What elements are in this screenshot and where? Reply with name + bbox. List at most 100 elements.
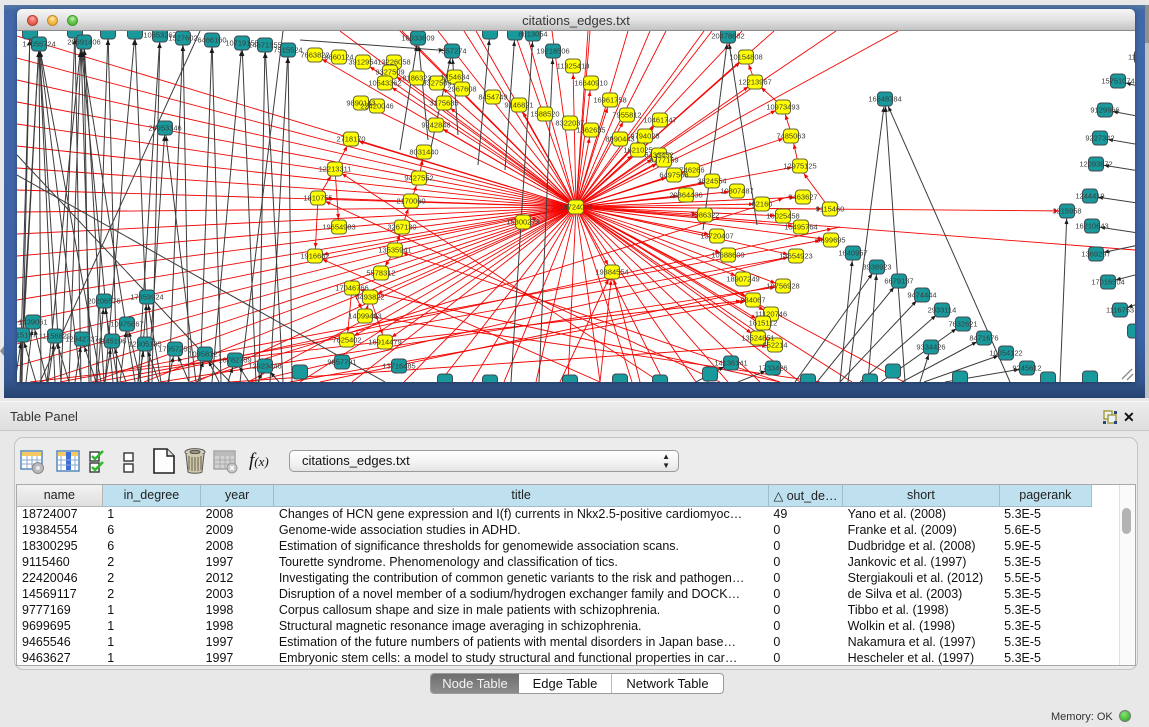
svg-text:6679137: 6679137 bbox=[884, 277, 913, 286]
svg-text:2967608: 2967608 bbox=[447, 85, 476, 94]
svg-text:10688609: 10688609 bbox=[711, 251, 744, 260]
svg-text:3175685: 3175685 bbox=[429, 99, 458, 108]
svg-text:16961758: 16961758 bbox=[593, 96, 626, 105]
svg-text:12213311: 12213311 bbox=[319, 165, 352, 174]
svg-text:12942737: 12942737 bbox=[65, 335, 98, 344]
svg-text:12213967: 12213967 bbox=[738, 78, 771, 87]
svg-text:7632621: 7632621 bbox=[948, 320, 977, 329]
svg-text:9699695: 9699695 bbox=[816, 236, 845, 245]
svg-text:1733426: 1733426 bbox=[758, 364, 787, 373]
svg-text:1244419: 1244419 bbox=[1075, 192, 1104, 201]
svg-text:3493822: 3493822 bbox=[355, 293, 384, 302]
svg-text:9794028: 9794028 bbox=[630, 132, 659, 141]
svg-text:5578312: 5578312 bbox=[366, 269, 395, 278]
svg-text:934067: 934067 bbox=[740, 296, 765, 305]
svg-text:1112478: 1112478 bbox=[1128, 53, 1135, 62]
svg-text:9427552: 9427552 bbox=[404, 174, 433, 183]
svg-text:9146821: 9146821 bbox=[504, 101, 533, 110]
svg-text:14136141: 14136141 bbox=[714, 359, 747, 368]
svg-text:10461747: 10461747 bbox=[643, 116, 676, 125]
svg-text:12093872: 12093872 bbox=[1079, 160, 1112, 169]
svg-text:19218506: 19218506 bbox=[536, 47, 569, 56]
svg-text:10543362: 10543362 bbox=[368, 79, 401, 88]
svg-text:1640957: 1640957 bbox=[838, 249, 867, 258]
svg-text:15495764: 15495764 bbox=[784, 223, 817, 232]
svg-text:14099483: 14099483 bbox=[348, 312, 381, 321]
svg-text:13226058: 13226058 bbox=[377, 58, 410, 67]
svg-text:19384554: 19384554 bbox=[595, 268, 628, 277]
svg-text:19654983: 19654983 bbox=[322, 223, 355, 232]
svg-text:9129966: 9129966 bbox=[1090, 106, 1119, 115]
svg-text:10154808: 10154808 bbox=[729, 53, 762, 62]
svg-text:8813054: 8813054 bbox=[518, 31, 547, 39]
svg-text:17046766: 17046766 bbox=[335, 284, 368, 293]
svg-text:19756928: 19756928 bbox=[766, 282, 799, 291]
svg-text:9227342: 9227342 bbox=[1085, 134, 1114, 143]
svg-text:12975125: 12975125 bbox=[783, 162, 816, 171]
svg-text:18724007: 18724007 bbox=[559, 203, 592, 212]
svg-text:10025458: 10025458 bbox=[766, 212, 799, 221]
svg-text:18907249: 18907249 bbox=[726, 275, 759, 284]
svg-text:62160: 62160 bbox=[752, 200, 773, 209]
svg-text:7357274: 7357274 bbox=[437, 47, 466, 56]
svg-text:8031440: 8031440 bbox=[409, 148, 438, 157]
svg-text:16782759: 16782759 bbox=[218, 356, 251, 365]
svg-text:11120746: 11120746 bbox=[755, 310, 787, 319]
svg-text:9857791: 9857791 bbox=[327, 358, 356, 367]
svg-text:6466160: 6466160 bbox=[197, 36, 226, 45]
svg-text:9474444: 9474444 bbox=[907, 291, 936, 300]
svg-text:1916682: 1916682 bbox=[300, 252, 329, 261]
svg-text:10973493: 10973493 bbox=[766, 103, 799, 112]
svg-text:15751074: 15751074 bbox=[1101, 77, 1134, 86]
svg-text:13654923: 13654923 bbox=[779, 252, 812, 261]
svg-text:3912954: 3912954 bbox=[348, 58, 377, 67]
svg-text:2933114: 2933114 bbox=[928, 306, 957, 315]
svg-text:20206576: 20206576 bbox=[87, 297, 120, 306]
svg-text:9327509: 9327509 bbox=[375, 68, 404, 77]
svg-text:9242848: 9242848 bbox=[421, 121, 450, 130]
svg-text:16210643: 16210643 bbox=[1075, 222, 1108, 231]
svg-text:1362635: 1362635 bbox=[576, 126, 605, 135]
svg-text:7986322: 7986322 bbox=[690, 211, 719, 220]
svg-text:16033809: 16033809 bbox=[401, 34, 434, 43]
svg-text:2170060: 2170060 bbox=[396, 197, 425, 206]
svg-text:11325419: 11325419 bbox=[557, 62, 590, 71]
svg-text:7515524: 7515524 bbox=[273, 46, 302, 55]
svg-text:16640910: 16640910 bbox=[574, 79, 607, 88]
svg-text:1527602: 1527602 bbox=[168, 34, 197, 43]
svg-text:7485063: 7485063 bbox=[776, 132, 805, 141]
svg-text:1116753: 1116753 bbox=[1106, 306, 1134, 315]
svg-text:15300273: 15300273 bbox=[506, 218, 539, 227]
svg-text:3215958: 3215958 bbox=[1052, 207, 1081, 216]
svg-text:10958127: 10958127 bbox=[188, 350, 221, 359]
svg-text:20953346: 20953346 bbox=[148, 124, 181, 133]
svg-text:1369297: 1369297 bbox=[1081, 250, 1110, 259]
svg-text:20478682: 20478682 bbox=[711, 32, 744, 41]
svg-text:1588520: 1588520 bbox=[530, 110, 559, 119]
svg-text:6497568: 6497568 bbox=[659, 171, 688, 180]
svg-text:20364436: 20364436 bbox=[669, 191, 702, 200]
svg-text:9463627: 9463627 bbox=[788, 193, 817, 202]
svg-text:13535941: 13535941 bbox=[378, 246, 411, 255]
svg-text:14055724: 14055724 bbox=[22, 40, 55, 49]
svg-text:12905135: 12905135 bbox=[128, 340, 161, 349]
svg-text:9115460: 9115460 bbox=[816, 205, 845, 214]
svg-text:9777169: 9777169 bbox=[649, 156, 678, 165]
svg-text:8454749: 8454749 bbox=[478, 93, 507, 102]
svg-text:10975867: 10975867 bbox=[110, 320, 143, 329]
svg-text:252214: 252214 bbox=[762, 341, 787, 350]
svg-text:9890143: 9890143 bbox=[346, 99, 375, 108]
svg-text:1754634: 1754634 bbox=[440, 73, 469, 82]
svg-text:1439061: 1439061 bbox=[18, 318, 47, 327]
svg-text:20691406: 20691406 bbox=[67, 38, 100, 47]
svg-text:2718170: 2718170 bbox=[336, 135, 365, 144]
svg-text:3824554: 3824554 bbox=[697, 177, 726, 186]
svg-text:3915177: 3915177 bbox=[17, 331, 37, 340]
svg-text:1810755: 1810755 bbox=[303, 194, 332, 203]
svg-text:7955812: 7955812 bbox=[612, 111, 641, 120]
svg-text:17359924: 17359924 bbox=[130, 293, 163, 302]
svg-text:1615112: 1615112 bbox=[749, 319, 778, 328]
svg-text:13716485: 13716485 bbox=[382, 362, 415, 371]
svg-text:16648784: 16648784 bbox=[868, 95, 901, 104]
svg-text:1145196: 1145196 bbox=[98, 337, 127, 346]
